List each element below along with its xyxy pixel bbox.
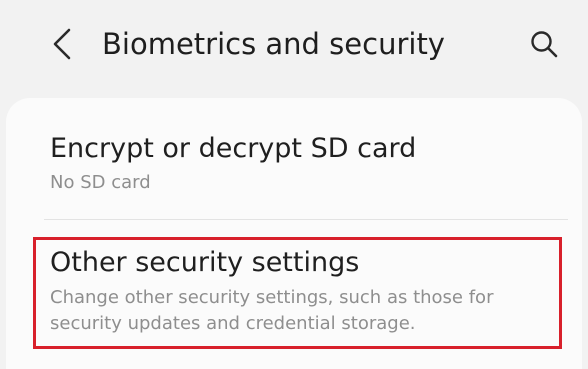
encrypt-sd-card-title: Encrypt or decrypt SD card xyxy=(50,133,417,164)
encrypt-sd-card-item[interactable]: Encrypt or decrypt SD card No SD card xyxy=(6,98,582,218)
search-button[interactable] xyxy=(522,22,566,66)
app-bar: Biometrics and security xyxy=(0,0,588,96)
back-button[interactable] xyxy=(42,22,82,66)
search-icon xyxy=(531,31,558,58)
page-title: Biometrics and security xyxy=(102,27,445,61)
encrypt-sd-card-subtitle: No SD card xyxy=(50,172,151,193)
chevron-left-icon xyxy=(53,28,71,60)
settings-card: Encrypt or decrypt SD card No SD card Ot… xyxy=(6,98,582,369)
highlight-box xyxy=(33,237,562,349)
